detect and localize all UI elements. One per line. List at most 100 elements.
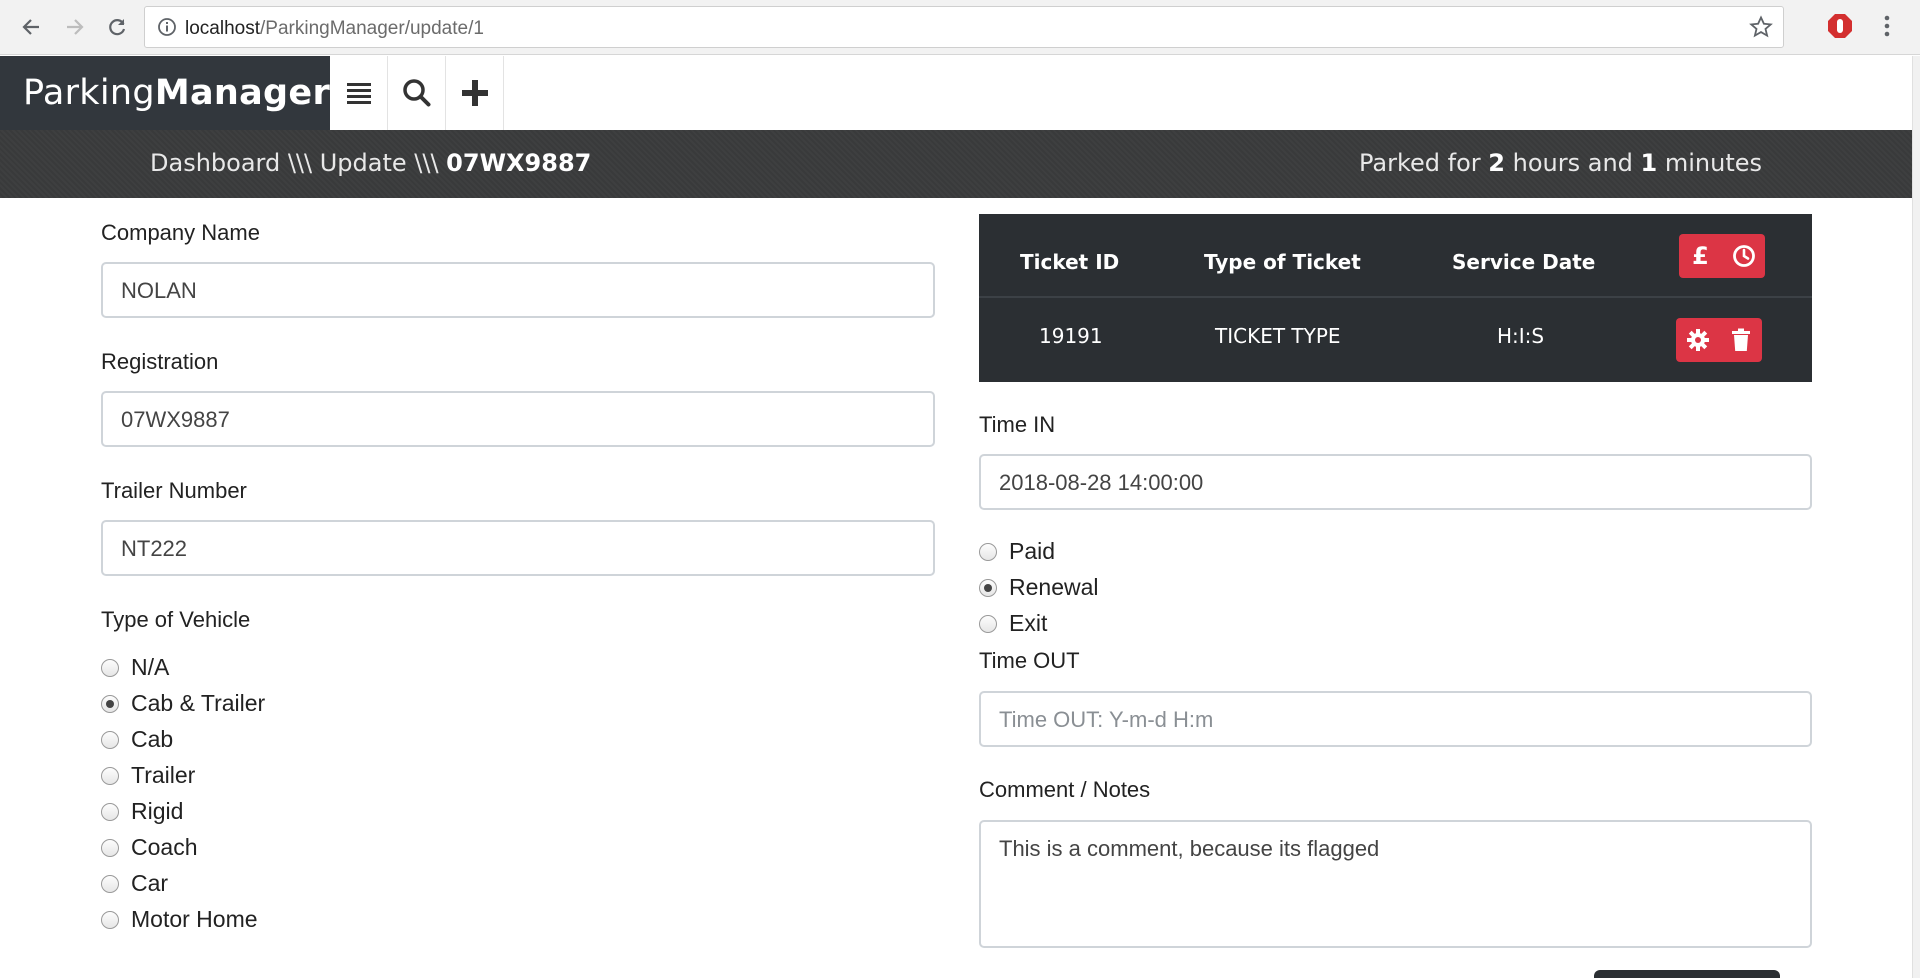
- radio-label: Car: [131, 870, 169, 896]
- url-text: localhost/ParkingManager/update/1: [185, 18, 484, 39]
- back-button[interactable]: [14, 10, 48, 44]
- parked-duration: Parked for 2 hours and 1 minutes: [1359, 149, 1762, 177]
- vehicle-option-cab[interactable]: Cab: [101, 726, 173, 753]
- trash-icon: [1731, 328, 1750, 351]
- radio-label: Trailer: [131, 762, 196, 788]
- reload-button[interactable]: [100, 10, 134, 44]
- arrow-left-icon: [22, 19, 39, 35]
- radio-label: Exit: [1009, 610, 1048, 636]
- radio-label: Cab & Trailer: [131, 690, 266, 716]
- time-in-label: Time IN: [979, 412, 1056, 437]
- vehicle-option-cab-trailer[interactable]: Cab & Trailer: [101, 690, 265, 717]
- status-option-exit[interactable]: Exit: [979, 610, 1047, 637]
- app-header: Parking Manager: [0, 56, 1912, 130]
- radio-button-selected[interactable]: [979, 578, 997, 597]
- service-date-cell: H:I:S: [1497, 324, 1545, 348]
- time-out-input[interactable]: Time OUT: Y-m-d H:m: [979, 691, 1812, 747]
- vehicle-option-rigid[interactable]: Rigid: [101, 798, 183, 825]
- extension-stop-icon[interactable]: [1826, 12, 1854, 45]
- trailer-number-label: Trailer Number: [101, 478, 247, 503]
- radio-button[interactable]: [101, 910, 119, 929]
- radio-label: Motor Home: [131, 906, 258, 932]
- comment-label: Comment / Notes: [979, 777, 1151, 802]
- radio-label: Renewal: [1009, 574, 1099, 600]
- parked-prefix: Parked for: [1359, 149, 1489, 177]
- info-icon[interactable]: [157, 17, 177, 42]
- vehicle-option-trailer[interactable]: Trailer: [101, 762, 195, 789]
- vehicle-option-car[interactable]: Car: [101, 870, 168, 897]
- radio-button[interactable]: [979, 542, 997, 561]
- plus-icon: [461, 80, 488, 106]
- page-scrollbar[interactable]: [1912, 56, 1920, 978]
- col-service-date: Service Date: [1452, 250, 1596, 274]
- list-icon: [346, 83, 371, 104]
- ticket-id-cell: 19191: [1039, 324, 1103, 348]
- radio-label: Rigid: [131, 798, 184, 824]
- radio-button[interactable]: [101, 802, 119, 821]
- gear-icon: [1686, 329, 1709, 351]
- radio-button[interactable]: [101, 874, 119, 893]
- breadcrumb-dashboard[interactable]: Dashboard: [150, 149, 280, 177]
- ticket-header-actions: £: [1679, 234, 1765, 278]
- clock-button[interactable]: [1722, 234, 1765, 278]
- list-button[interactable]: [330, 56, 388, 130]
- status-option-renewal[interactable]: Renewal: [979, 574, 1099, 601]
- address-bar[interactable]: localhost/ParkingManager/update/1: [144, 6, 1784, 48]
- time-out-label: Time OUT: [979, 648, 1080, 673]
- radio-button[interactable]: [101, 766, 119, 785]
- parked-suffix: minutes: [1657, 149, 1762, 177]
- browser-toolbar: localhost/ParkingManager/update/1: [0, 0, 1920, 55]
- breadcrumb: Dashboard \\\ Update \\\ 07WX9887: [150, 149, 591, 177]
- clock-icon: [1732, 245, 1755, 267]
- radio-label: Coach: [131, 834, 198, 860]
- bookmark-star-icon[interactable]: [1749, 15, 1773, 44]
- vehicle-option-coach[interactable]: Coach: [101, 834, 197, 861]
- comment-textarea[interactable]: This is a comment, because its flagged: [979, 820, 1812, 948]
- parked-hours: 2: [1488, 149, 1505, 177]
- pound-icon: £: [1692, 242, 1709, 270]
- radio-button[interactable]: [101, 838, 119, 857]
- breadcrumb-update[interactable]: Update: [320, 149, 407, 177]
- add-button[interactable]: [446, 56, 504, 130]
- arrow-right-icon: [67, 19, 84, 35]
- radio-button[interactable]: [979, 614, 997, 633]
- company-name-label: Company Name: [101, 220, 260, 245]
- company-name-input[interactable]: NOLAN: [101, 262, 935, 318]
- search-button[interactable]: [388, 56, 446, 130]
- submit-button[interactable]: [1594, 970, 1780, 978]
- vehicle-option-na[interactable]: N/A: [101, 654, 169, 681]
- radio-label: N/A: [131, 654, 170, 680]
- forward-button[interactable]: [58, 10, 92, 44]
- time-in-input[interactable]: 2018-08-28 14:00:00: [979, 454, 1812, 510]
- search-icon: [402, 79, 430, 107]
- breadcrumb-separator: \\\: [406, 149, 447, 177]
- brand-bold-text: Manager: [154, 73, 331, 113]
- registration-label: Registration: [101, 349, 219, 374]
- vehicle-type-label: Type of Vehicle: [101, 607, 251, 632]
- delete-ticket-button[interactable]: [1719, 318, 1762, 362]
- registration-input[interactable]: 07WX9887: [101, 391, 935, 447]
- reload-icon: [109, 19, 126, 36]
- radio-label: Paid: [1009, 538, 1056, 564]
- ticket-table: Ticket ID Type of Ticket Service Date £ …: [979, 214, 1812, 382]
- radio-button[interactable]: [101, 658, 119, 677]
- radio-button-selected[interactable]: [101, 694, 119, 713]
- status-option-paid[interactable]: Paid: [979, 538, 1055, 565]
- breadcrumb-bar: Dashboard \\\ Update \\\ 07WX9887 Parked…: [0, 130, 1912, 198]
- ticket-type-cell: TICKET TYPE: [1215, 324, 1341, 348]
- pound-button[interactable]: £: [1679, 234, 1722, 278]
- edit-ticket-button[interactable]: [1676, 318, 1719, 362]
- radio-label: Cab: [131, 726, 174, 752]
- more-menu-icon[interactable]: [1880, 12, 1894, 45]
- radio-button[interactable]: [101, 730, 119, 749]
- parked-middle: hours and: [1505, 149, 1641, 177]
- col-ticket-type: Type of Ticket: [1204, 250, 1361, 274]
- vehicle-option-motor-home[interactable]: Motor Home: [101, 906, 258, 933]
- trailer-number-input[interactable]: NT222: [101, 520, 935, 576]
- breadcrumb-separator: \\\: [280, 149, 320, 177]
- breadcrumb-registration: 07WX9887: [446, 149, 592, 177]
- ticket-row-actions: [1676, 318, 1762, 362]
- brand-light-text: Parking: [23, 73, 155, 113]
- parked-minutes: 1: [1640, 149, 1658, 177]
- brand-logo[interactable]: Parking Manager: [0, 56, 330, 130]
